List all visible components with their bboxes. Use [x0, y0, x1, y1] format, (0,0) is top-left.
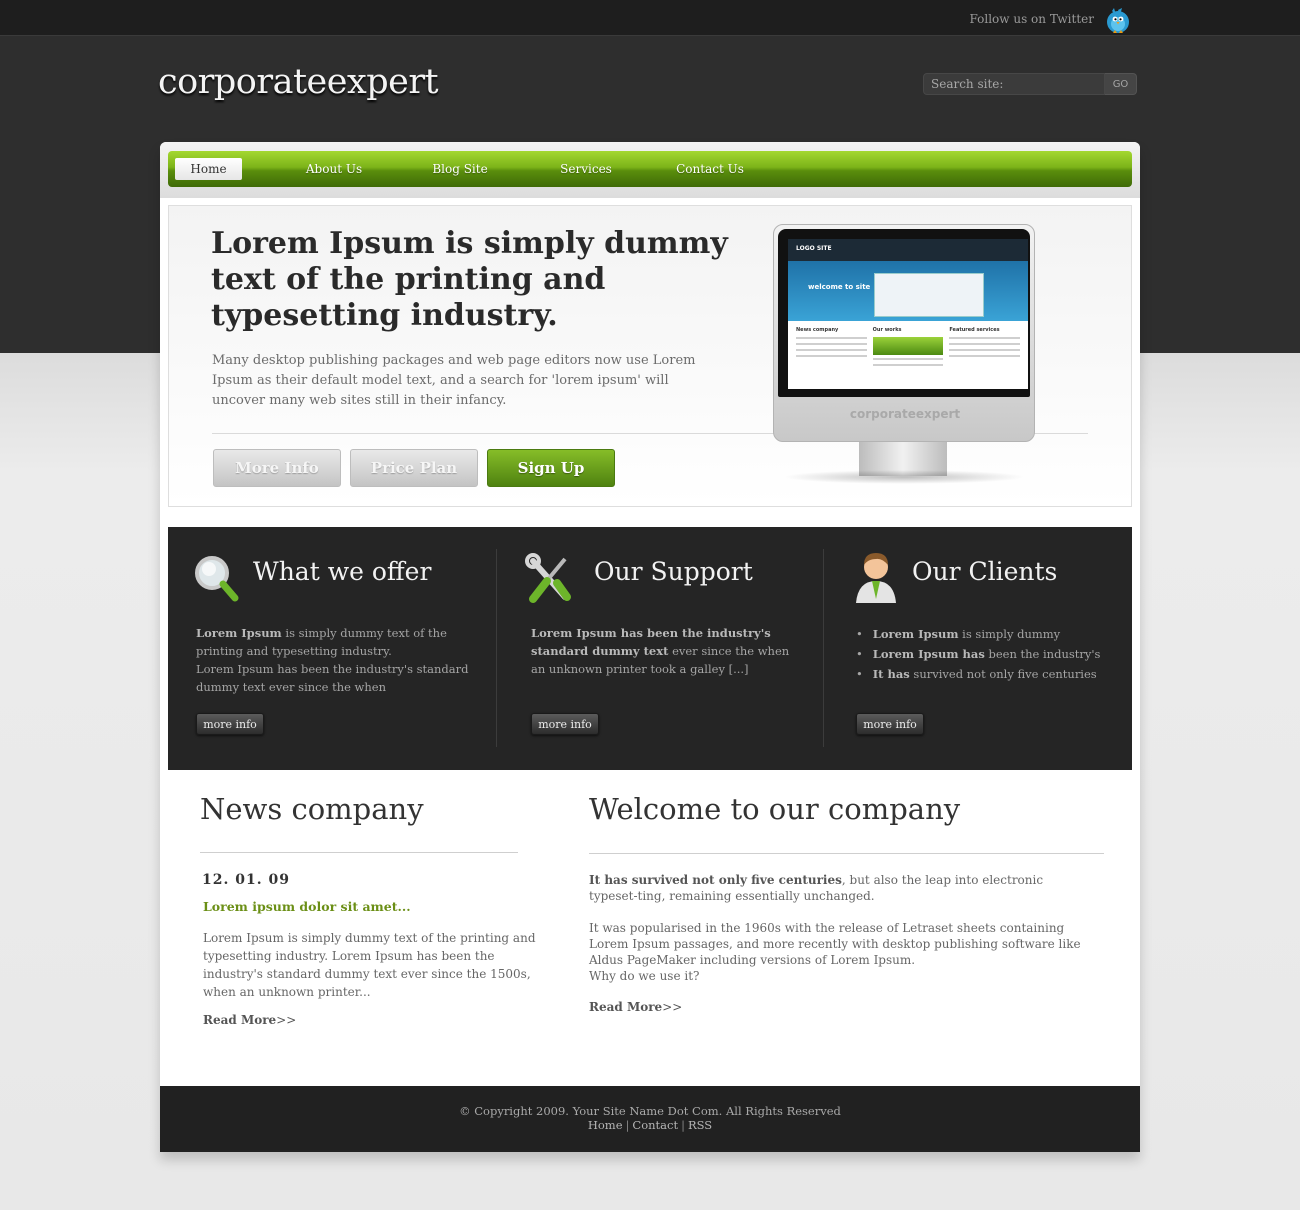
nav-home[interactable]: Home [175, 158, 242, 180]
news-read-more-link[interactable]: Read More>> [203, 1013, 296, 1027]
clients-more-info-button[interactable]: more info [856, 713, 924, 735]
clients-title: Our Clients [912, 557, 1058, 586]
screen-columns: News company Our works Featured services [788, 321, 1028, 376]
site-logo[interactable]: corporateexpert [158, 62, 439, 102]
twitter-bird-icon[interactable] [1104, 5, 1132, 33]
tools-icon [525, 553, 573, 605]
support-title: Our Support [594, 557, 753, 586]
news-divider [200, 852, 518, 853]
screen-welcome: welcome to site [808, 283, 871, 291]
footer-links: Home | Contact | RSS [587, 1118, 713, 1132]
offer-more-info-button[interactable]: more info [196, 713, 264, 735]
footer: © Copyright 2009. Your Site Name Dot Com… [160, 1086, 1140, 1152]
support-text: Lorem Ipsum has been the industry's stan… [531, 624, 799, 678]
monitor-body: LOGO SITE welcome to site News company O… [773, 224, 1035, 442]
news-title: News company [200, 792, 424, 826]
clients-list: Lorem Ipsum is simply dummy Lorem Ipsum … [856, 624, 1126, 684]
welcome-divider [589, 853, 1104, 854]
search-go-button[interactable]: GO [1105, 73, 1137, 95]
client-person-icon [852, 547, 900, 603]
welcome-title: Welcome to our company [589, 792, 961, 826]
support-more-info-button[interactable]: more info [531, 713, 599, 735]
nav-wrapper: Home About Us Blog Site Services Contact… [160, 142, 1140, 198]
screen-col: News company [796, 327, 867, 370]
screen-hero: welcome to site [788, 261, 1028, 321]
news-date: 12. 01. 09 [202, 872, 290, 888]
screen-col-title: Our works [872, 327, 902, 333]
screen-window [874, 273, 984, 317]
screen-col-title: News company [796, 327, 839, 333]
list-item: Lorem Ipsum has been the industry's [856, 644, 1126, 664]
nav-blog-site[interactable]: Blog Site [426, 158, 494, 180]
offer-bold: Lorem Ipsum [196, 626, 282, 640]
screen-logo: LOGO SITE [796, 245, 832, 252]
features-band: What we offer Lorem Ipsum is simply dumm… [168, 527, 1132, 770]
news-headline[interactable]: Lorem ipsum dolor sit amet... [203, 899, 411, 914]
welcome-read-more-link[interactable]: Read More>> [589, 1000, 682, 1014]
list-item: Lorem Ipsum is simply dummy [856, 624, 1126, 644]
screen-col: Our works [872, 327, 944, 370]
hero-title: Lorem Ipsum is simply dummy text of the … [211, 226, 728, 333]
price-plan-button[interactable]: Price Plan [350, 449, 478, 487]
main-nav: Home About Us Blog Site Services Contact… [168, 151, 1132, 187]
offer-text-2: Lorem Ipsum has been the industry's stan… [196, 662, 469, 694]
search-input[interactable] [923, 73, 1105, 95]
more-info-button[interactable]: More Info [213, 449, 341, 487]
twitter-follow[interactable]: Follow us on Twitter [969, 4, 1132, 34]
news-text: Lorem Ipsum is simply dummy text of the … [203, 931, 536, 999]
twitter-label[interactable]: Follow us on Twitter [969, 12, 1094, 26]
monitor-brand: corporateexpert [849, 407, 961, 421]
footer-link-contact[interactable]: Contact [632, 1118, 678, 1132]
monitor-shadow [783, 470, 1025, 484]
nav-about-us[interactable]: About Us [298, 158, 370, 180]
welcome-text-1: It has survived not only five centuries,… [589, 873, 1044, 903]
nav-contact-us[interactable]: Contact Us [673, 158, 747, 180]
screen-col-title: Featured services [949, 327, 1000, 333]
footer-copyright: © Copyright 2009. Your Site Name Dot Com… [459, 1104, 841, 1118]
offer-text: Lorem Ipsum is simply dummy text of the … [196, 624, 476, 696]
sign-up-button[interactable]: Sign Up [487, 449, 615, 487]
offer-title: What we offer [253, 557, 432, 586]
monitor-screen: LOGO SITE welcome to site News company O… [788, 239, 1028, 389]
nav-services[interactable]: Services [554, 158, 618, 180]
hero-section: Lorem Ipsum is simply dummy text of the … [168, 205, 1132, 507]
band-divider [496, 549, 497, 747]
monitor-bezel: LOGO SITE welcome to site News company O… [778, 229, 1030, 397]
screen-header: LOGO SITE [788, 239, 1028, 261]
monitor-image: LOGO SITE welcome to site News company O… [773, 224, 1035, 486]
list-item: It has survived not only five centuries [856, 664, 1126, 684]
main-container: Home About Us Blog Site Services Contact… [160, 142, 1140, 1152]
band-divider [823, 549, 824, 747]
search-form: GO [923, 73, 1137, 95]
welcome-text-2: It was popularised in the 1960s with the… [589, 921, 1081, 983]
footer-link-rss[interactable]: RSS [688, 1118, 712, 1132]
magnifier-icon [192, 553, 240, 605]
footer-link-home[interactable]: Home [588, 1118, 623, 1132]
screen-col: Featured services [949, 327, 1021, 370]
hero-text: Many desktop publishing packages and web… [212, 353, 696, 408]
